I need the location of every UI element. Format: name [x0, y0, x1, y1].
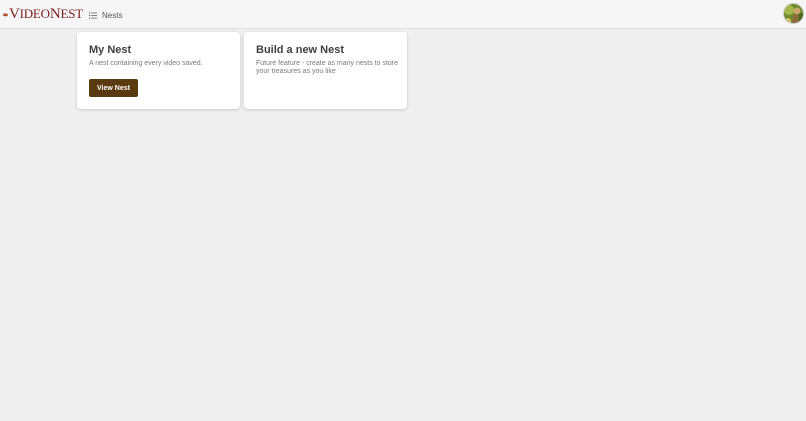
card-title: My Nest: [89, 44, 132, 56]
card-description: A nest containing every video saved.: [89, 60, 203, 67]
user-avatar[interactable]: [783, 3, 804, 24]
top-navbar: VIDEONEST Nests: [0, 0, 806, 29]
logo-letter-v: V: [8, 6, 20, 22]
logo-letters-ideo: IDEO: [19, 6, 50, 21]
logo-letter-n: N: [49, 6, 61, 22]
card-description: Future feature - create as many nests to…: [256, 60, 399, 75]
nav-nests-label: Nests: [102, 10, 123, 20]
card-title: Build a new Nest: [256, 44, 345, 56]
build-new-nest-card: Build a new Nest Future feature - create…: [244, 32, 407, 109]
my-nest-card: My Nest A nest containing every video sa…: [77, 32, 240, 109]
logo[interactable]: VIDEONEST: [3, 4, 83, 25]
logo-letters-est: EST: [60, 6, 83, 21]
nest-eggs-icon: [3, 13, 8, 17]
avatar-image: [784, 4, 803, 23]
list-menu-icon: [89, 11, 97, 19]
nav-nests-link[interactable]: Nests: [89, 9, 122, 21]
view-nest-button[interactable]: View Nest: [89, 79, 138, 97]
logo-text: VIDEONEST: [9, 7, 83, 22]
